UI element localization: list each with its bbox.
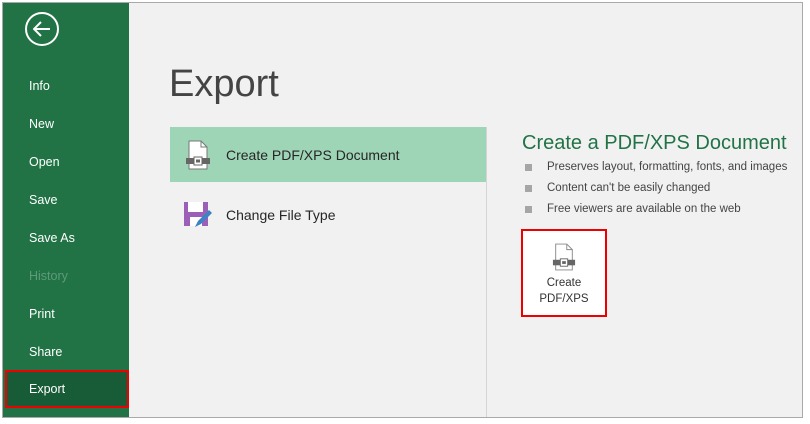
button-label-line2: PDF/XPS (539, 293, 589, 305)
button-label-line1: Create (546, 277, 582, 289)
page-title: Export (169, 63, 279, 105)
sidebar-item-info[interactable]: Info (3, 67, 129, 105)
bullet-icon (525, 163, 532, 171)
pdf-document-icon (186, 140, 210, 169)
backstage-window: Info New Open Save Save As History Print… (2, 2, 803, 418)
arrow-left-icon (33, 21, 50, 37)
bullet-text: Preserves layout, formatting, fonts, and… (547, 161, 788, 173)
create-pdf-xps-button[interactable]: Create PDF/XPS (521, 229, 607, 317)
save-edit-icon (184, 201, 212, 227)
sidebar-item-share[interactable]: Share (3, 333, 129, 371)
option-change-file-type[interactable]: Change File Type (170, 187, 486, 242)
bullet-item: Preserves layout, formatting, fonts, and… (525, 161, 787, 173)
sidebar-item-export[interactable]: Export (5, 370, 129, 408)
sidebar: Info New Open Save Save As History Print… (3, 3, 129, 417)
sidebar-item-new[interactable]: New (3, 105, 129, 143)
pdf-document-icon (552, 243, 576, 271)
option-create-pdf-xps[interactable]: Create PDF/XPS Document (170, 127, 486, 182)
bullet-icon (525, 184, 532, 192)
bullet-item: Content can't be easily changed (525, 182, 710, 194)
option-label: Create PDF/XPS Document (226, 146, 400, 163)
bullet-text: Content can't be easily changed (547, 182, 711, 194)
bullet-text: Free viewers are available on the web (547, 203, 741, 215)
divider (486, 127, 487, 417)
sidebar-item-history: History (29, 269, 68, 283)
bullet-icon (525, 205, 532, 213)
sidebar-item-save-as[interactable]: Save As (3, 219, 129, 257)
back-button[interactable] (25, 12, 59, 46)
sidebar-item-print[interactable]: Print (3, 295, 129, 333)
sidebar-item-save[interactable]: Save (3, 181, 129, 219)
bullet-item: Free viewers are available on the web (525, 203, 741, 215)
option-label: Change File Type (226, 206, 336, 223)
detail-title: Create a PDF/XPS Document (522, 132, 787, 154)
sidebar-item-open[interactable]: Open (3, 143, 129, 181)
